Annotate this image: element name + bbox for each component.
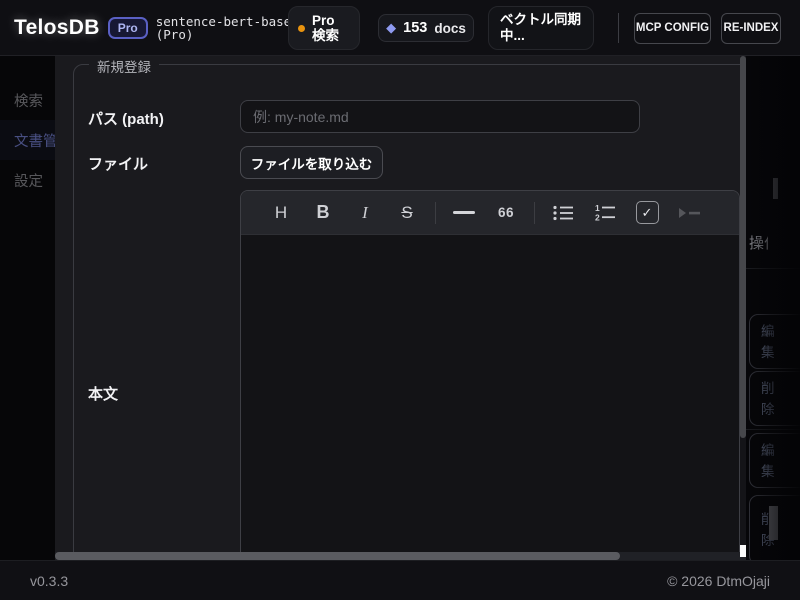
path-label: パス (path): [88, 108, 164, 129]
table-header-divider: [746, 268, 800, 269]
vector-sync-button[interactable]: ベクトル同期中...: [488, 6, 594, 50]
app-logo: TelosDB: [14, 16, 100, 40]
file-label: ファイル: [88, 153, 148, 174]
horizontal-scrollbar[interactable]: [55, 552, 746, 560]
editor-content[interactable]: [241, 235, 739, 552]
status-dot-icon: [298, 25, 305, 32]
fieldset-legend: 新規登録: [89, 56, 159, 76]
mcp-config-button[interactable]: MCP CONFIG: [634, 13, 711, 44]
docs-count-badge: ◆ 153 docs: [378, 14, 474, 42]
reindex-button[interactable]: RE-INDEX: [721, 13, 781, 44]
blockquote-icon[interactable]: 66: [492, 198, 520, 228]
row-edit-label: 編集: [761, 440, 776, 482]
file-import-button[interactable]: ファイルを取り込む: [240, 146, 383, 179]
app-root: TelosDB Pro sentence-bert-base-ja (Pro) …: [0, 0, 800, 600]
clipped-glyph-fragment: [773, 178, 778, 199]
actions-table-fragment: 操作 編集 削除 編集 削除: [746, 56, 800, 560]
bullet-list-glyph: [553, 205, 573, 221]
docs-unit: docs: [434, 21, 466, 36]
row-edit-label: 編集: [761, 321, 776, 363]
header-divider: [618, 13, 619, 43]
indent-icon[interactable]: [675, 198, 703, 228]
diamond-icon: ◆: [386, 20, 396, 36]
pro-search-button[interactable]: Pro 検索: [288, 6, 360, 50]
docs-count: 153: [403, 20, 427, 36]
editor-toolbar: H B I S 66 1: [241, 191, 739, 235]
svg-text:2: 2: [595, 212, 600, 222]
table-row-divider: [746, 429, 800, 430]
heading-icon[interactable]: H: [267, 198, 295, 228]
toolbar-divider: [534, 202, 535, 224]
pro-search-label: Pro 検索: [312, 13, 350, 43]
checkbox-glyph: ✓: [636, 201, 659, 224]
italic-icon[interactable]: I: [351, 198, 379, 228]
vector-sync-label: ベクトル同期中...: [500, 12, 582, 44]
strikethrough-icon[interactable]: S: [393, 198, 421, 228]
rich-text-editor: H B I S 66 1: [240, 190, 740, 552]
task-checkbox-icon[interactable]: ✓: [633, 198, 661, 228]
copyright-text: © 2026 DtmOjaji: [667, 573, 770, 589]
clipped-glyph-fragment: [769, 506, 778, 540]
pro-badge: Pro: [108, 17, 148, 39]
numbered-list-glyph: 1 2: [595, 204, 615, 222]
app-version: v0.3.3: [30, 573, 68, 589]
row-edit-button[interactable]: 編集: [749, 314, 800, 369]
row-edit-button[interactable]: 編集: [749, 433, 800, 488]
toolbar-divider: [435, 202, 436, 224]
scrollbar-corner-marker: [740, 545, 746, 557]
actions-column-header: 操作: [749, 232, 768, 250]
status-footer: v0.3.3 © 2026 DtmOjaji: [0, 560, 800, 600]
document-register-panel: 新規登録 パス (path) ファイル ファイルを取り込む 本文 H B I S…: [55, 56, 740, 552]
horizontal-rule-glyph: [453, 211, 475, 214]
app-header: TelosDB Pro sentence-bert-base-ja (Pro) …: [0, 0, 800, 56]
numbered-list-icon[interactable]: 1 2: [591, 198, 619, 228]
horizontal-scrollbar-thumb[interactable]: [55, 552, 620, 560]
row-delete-label: 削除: [761, 378, 776, 420]
indent-glyph: [678, 205, 700, 221]
body-label: 本文: [88, 383, 118, 404]
horizontal-rule-icon[interactable]: [450, 198, 478, 228]
vertical-scrollbar[interactable]: [740, 56, 746, 552]
path-input[interactable]: [240, 100, 640, 133]
bold-icon[interactable]: B: [309, 198, 337, 228]
vertical-scrollbar-thumb[interactable]: [740, 56, 746, 438]
bullet-list-icon[interactable]: [549, 198, 577, 228]
row-delete-button[interactable]: 削除: [749, 371, 800, 426]
